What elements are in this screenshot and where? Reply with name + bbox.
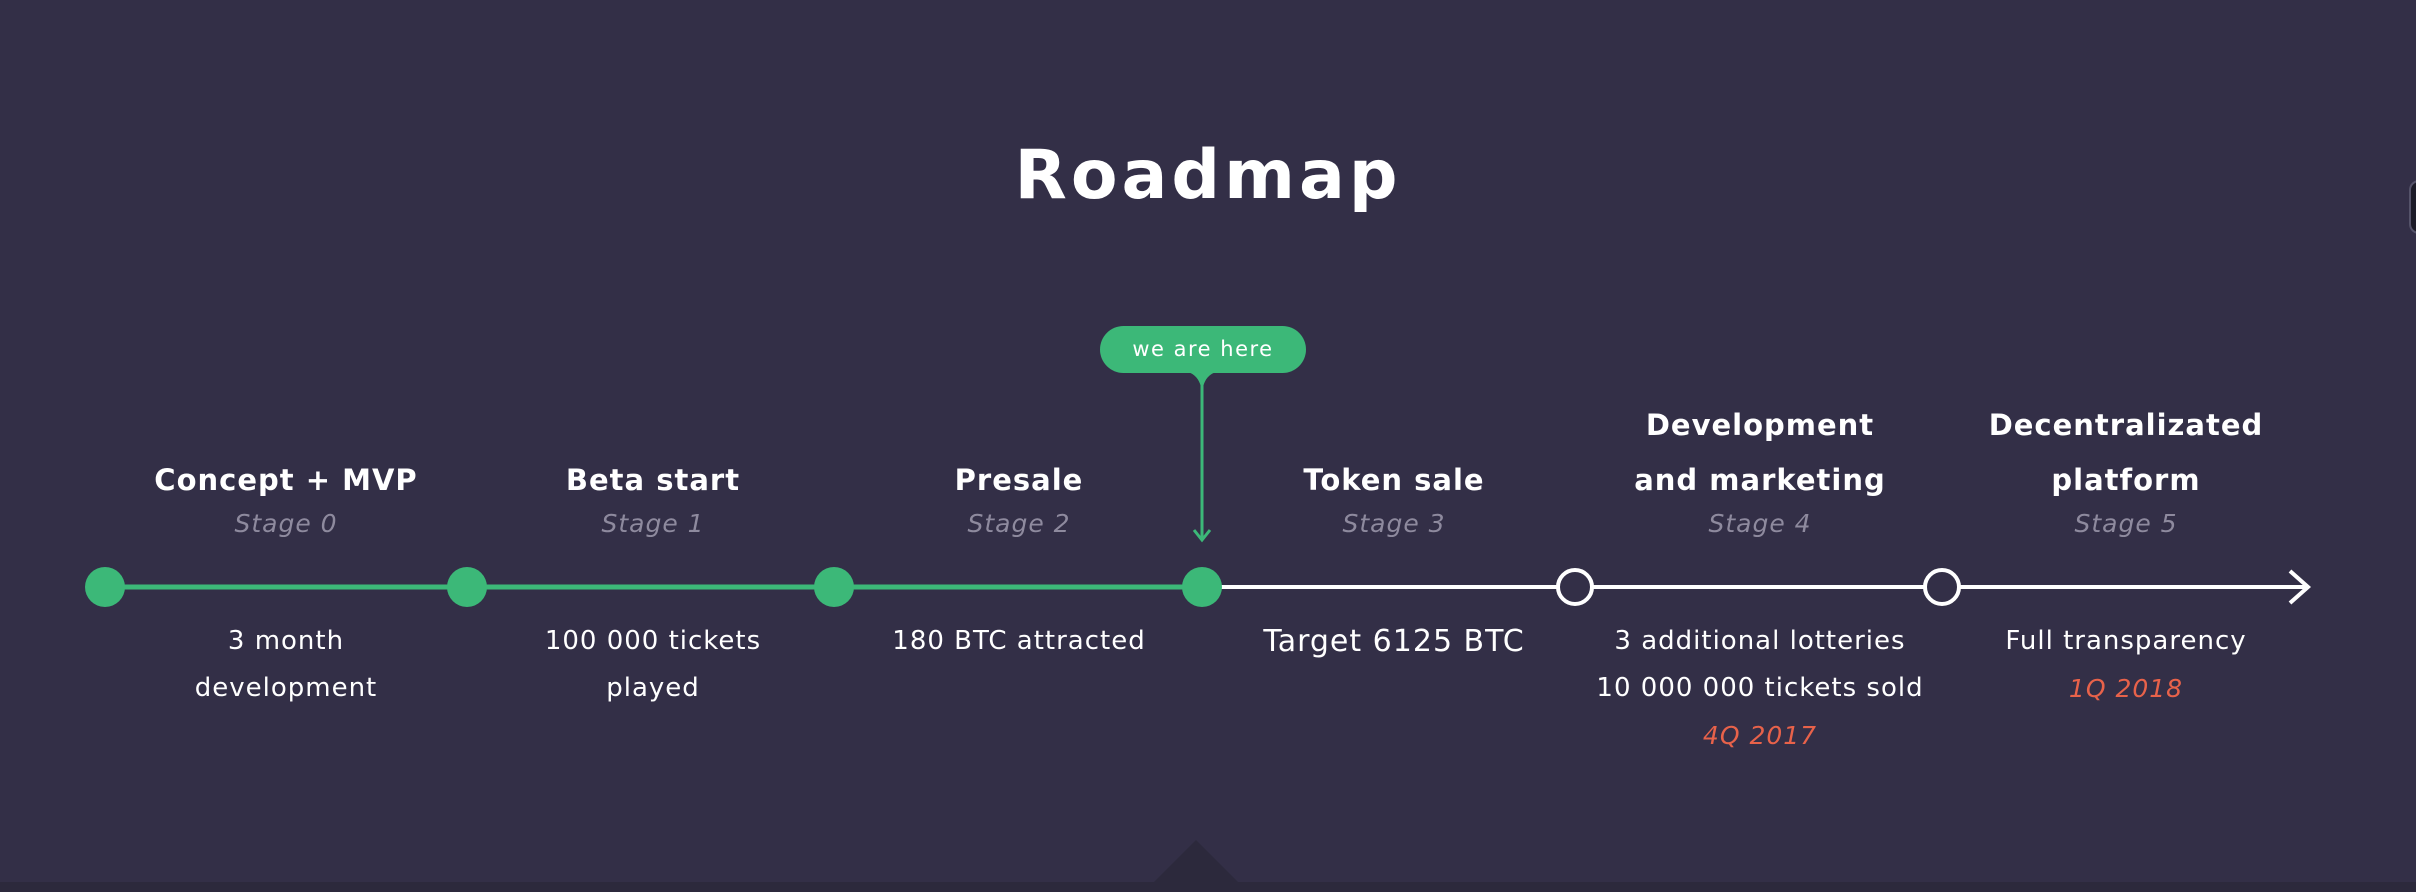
stage-column-1: Beta start Stage 1 xyxy=(473,453,833,540)
stage-description: Full transparency xyxy=(2005,626,2247,656)
stage-column-3: Token sale Stage 3 xyxy=(1214,453,1574,540)
stage-description: Target 6125 BTC xyxy=(1263,624,1525,659)
stage-details-5: Full transparency 1Q 2018 xyxy=(1946,618,2306,712)
bottom-notch xyxy=(1154,840,1238,882)
stage-column-5: Decentralizated platform Stage 5 xyxy=(1946,398,2306,540)
stage-label: Stage 5 xyxy=(2074,509,2178,538)
stage-details-3: Target 6125 BTC xyxy=(1214,618,1574,665)
stage-details-1: 100 000 tickets played xyxy=(473,618,833,712)
stage-column-2: Presale Stage 2 xyxy=(839,453,1199,540)
stage-description: 3 month xyxy=(227,626,345,656)
stage-dot-4 xyxy=(1556,568,1594,606)
stage-details-2: 180 BTC attracted xyxy=(839,618,1199,665)
stage-column-0: Concept + MVP Stage 0 xyxy=(106,453,466,540)
stage-dot-2 xyxy=(814,567,854,607)
stage-date: 1Q 2018 xyxy=(2068,674,2184,703)
stage-description: 3 additional lotteries xyxy=(1614,626,1906,656)
stage-dot-0 xyxy=(85,567,125,607)
stage-title: and marketing xyxy=(1634,463,1886,497)
stage-title: Presale xyxy=(954,463,1084,497)
stage-date: 4Q 2017 xyxy=(1702,721,1818,750)
stage-title: Decentralizated xyxy=(1988,408,2264,442)
stage-column-4: Development and marketing Stage 4 xyxy=(1580,398,1940,540)
stage-label: Stage 0 xyxy=(234,509,338,538)
stage-label: Stage 2 xyxy=(967,509,1071,538)
stage-title: Token sale xyxy=(1303,463,1485,497)
stage-label: Stage 4 xyxy=(1708,509,1812,538)
stage-label: Stage 1 xyxy=(601,509,705,538)
bottom-band xyxy=(0,882,2416,892)
stage-dot-5 xyxy=(1923,568,1961,606)
stage-description: 100 000 tickets xyxy=(544,626,762,656)
stage-title: platform xyxy=(2051,463,2201,497)
stage-title: Development xyxy=(1645,408,1875,442)
stage-description: 10 000 000 tickets sold xyxy=(1596,673,1924,703)
stage-description: played xyxy=(606,673,700,703)
stage-dot-3 xyxy=(1182,567,1222,607)
stage-title: Beta start xyxy=(565,463,741,497)
side-tab[interactable] xyxy=(2409,180,2416,234)
stage-description: 180 BTC attracted xyxy=(892,626,1146,656)
stage-title: Concept + MVP xyxy=(154,463,418,497)
stage-description: development xyxy=(194,673,378,703)
stage-dot-1 xyxy=(447,567,487,607)
stage-details-0: 3 month development xyxy=(106,618,466,712)
stage-label: Stage 3 xyxy=(1342,509,1446,538)
stage-details-4: 3 additional lotteries 10 000 000 tickets… xyxy=(1580,618,1940,759)
